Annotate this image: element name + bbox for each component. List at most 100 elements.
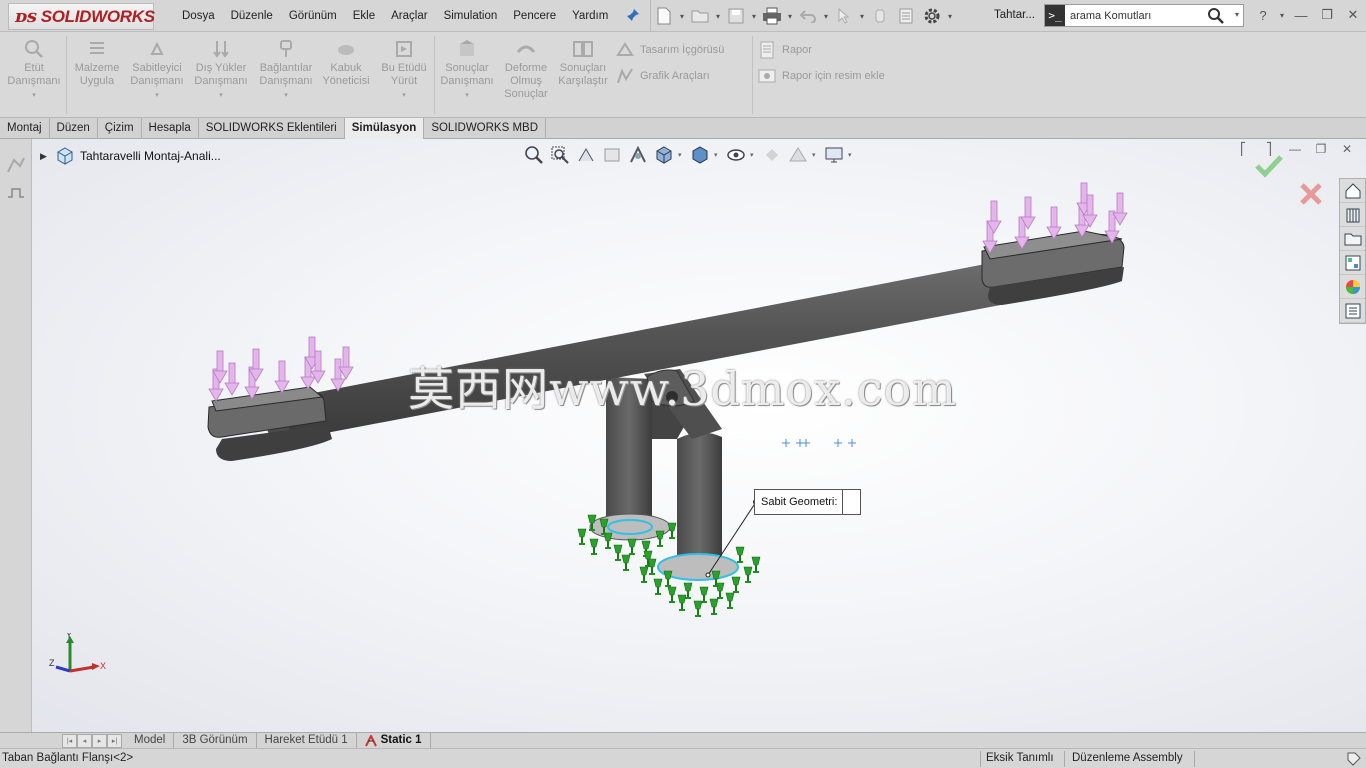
status-tag-icon[interactable] [1346, 751, 1362, 767]
print-dropdown-icon[interactable]: ▾ [785, 12, 795, 21]
model-view-tabs: |◂ ◂ ▸ ▸| Model 3B Görünüm Hareket Etüdü… [0, 732, 1366, 749]
shell-manager-icon [338, 45, 354, 55]
kabuk-yoneticisi-button[interactable]: Kabuk Yöneticisi [320, 38, 372, 88]
restore-icon[interactable]: ❐ [1314, 5, 1340, 25]
grafik-araclari-button[interactable]: Grafik Araçları▾ [616, 67, 763, 85]
include-image-icon [758, 69, 776, 83]
command-manager-ribbon: Etüt Danışmanı ▾ Malzeme Uygula Sabitleyi… [0, 32, 1366, 118]
print-icon[interactable] [759, 4, 785, 28]
command-tabs: Montaj Düzen Çizim Hesapla SOLIDWORKS Ek… [0, 118, 1366, 139]
tab-solidworks-mbd[interactable]: SOLIDWORKS MBD [424, 118, 547, 139]
open-icon[interactable] [687, 4, 713, 28]
tab-motion-study[interactable]: Hareket Etüdü 1 [257, 732, 357, 749]
triad-z-label: Z [49, 658, 55, 668]
status-definition: Eksik Tanımlı [986, 752, 1054, 764]
new-document-icon[interactable] [651, 4, 677, 28]
next-tab-icon[interactable]: ▸ [92, 733, 107, 748]
first-tab-icon[interactable]: |◂ [62, 733, 77, 748]
bu-etudu-yurut-button[interactable]: Bu Etüdü Yürüt ▾ [376, 38, 432, 102]
minimize-icon[interactable]: — [1288, 5, 1314, 25]
compare-results-icon [573, 41, 593, 57]
title-bar: ᴅs SOLIDWORKS Dosya Düzenle Görünüm Ekle… [0, 0, 1366, 32]
solidworks-logo[interactable]: ᴅs SOLIDWORKS [8, 3, 155, 30]
options-dropdown-icon[interactable]: ▾ [945, 12, 955, 21]
tab-solidworks-eklentileri[interactable]: SOLIDWORKS Eklentileri [199, 118, 345, 139]
tab-3d-view[interactable]: 3B Görünüm [174, 732, 257, 749]
undo-icon[interactable] [795, 4, 821, 28]
menu-gorunum[interactable]: Görünüm [281, 10, 345, 22]
sabitleyici-danismani-button[interactable]: Sabitleyici Danışmanı ▾ [128, 38, 186, 102]
menu-duzenle[interactable]: Düzenle [223, 10, 281, 22]
etut-danismani-button[interactable]: Etüt Danışmanı ▾ [6, 38, 62, 102]
options-gear-icon[interactable] [919, 4, 945, 28]
search-dropdown-icon[interactable]: ▾ [1235, 10, 1239, 19]
rebuild-icon[interactable] [867, 4, 893, 28]
graphics-area[interactable]: ▶ Tahtaravelli Montaj-Anali... ▾ ▾ ▾ ▾ ▾… [32, 139, 1366, 732]
malzeme-uygula-button[interactable]: Malzeme Uygula [72, 38, 122, 88]
menu-yardim[interactable]: Yardım [564, 10, 616, 22]
menu-simulation[interactable]: Simulation [436, 10, 506, 22]
search-input[interactable] [1065, 9, 1205, 22]
baglantilar-danismani-button[interactable]: Bağlantılar Danışmanı ▾ [256, 38, 316, 102]
tab-duzen[interactable]: Düzen [50, 118, 98, 139]
tab-model[interactable]: Model [126, 732, 175, 749]
menu-araclar[interactable]: Araçlar [383, 10, 435, 22]
dis-yukler-danismani-button[interactable]: Dış Yükler Danışmanı ▾ [192, 38, 250, 102]
menu-pencere[interactable]: Pencere [505, 10, 564, 22]
apply-material-icon [90, 42, 104, 54]
select-dropdown-icon[interactable]: ▾ [857, 12, 867, 21]
help-dropdown-icon[interactable]: ▾ [1276, 5, 1288, 25]
select-icon[interactable] [831, 4, 857, 28]
prev-tab-icon[interactable]: ◂ [77, 733, 92, 748]
last-tab-icon[interactable]: ▸| [107, 733, 122, 748]
sonuclari-karsilastir-button[interactable]: Sonuçları Karşılaştır [555, 38, 611, 88]
run-study-icon [396, 41, 412, 57]
file-properties-icon[interactable] [893, 4, 919, 28]
deforme-olmus-sonuclar-button[interactable]: Deforme Olmuş Sonuçlar [500, 38, 552, 101]
right-seat[interactable] [981, 230, 1125, 305]
help-icon[interactable]: ? [1250, 5, 1276, 25]
fixture-callout[interactable]: Sabit Geometri: [754, 489, 861, 515]
tab-cizim[interactable]: Çizim [98, 118, 142, 139]
command-search: >_ ▾ [1044, 4, 1244, 27]
static-study-icon [364, 734, 377, 746]
tab-simulasyon[interactable]: Simülasyon [344, 118, 425, 139]
fixture-advisor-icon [150, 41, 164, 55]
document-title: Tahtar... [994, 9, 1035, 21]
close-icon[interactable]: ✕ [1340, 5, 1366, 25]
open-dropdown-icon[interactable]: ▾ [713, 12, 723, 21]
rapor-resim-ekle-button[interactable]: Rapor için resim ekle [758, 67, 885, 85]
save-icon[interactable] [723, 4, 749, 28]
callout-value-box [842, 490, 860, 514]
search-icon[interactable] [1207, 7, 1225, 25]
new-dropdown-icon[interactable]: ▾ [677, 12, 687, 21]
rapor-button[interactable]: Rapor [758, 41, 812, 59]
menu-ekle[interactable]: Ekle [345, 10, 383, 22]
tab-montaj[interactable]: Montaj [0, 118, 50, 139]
status-selection: Taban Bağlantı Flanşı<2> [2, 752, 134, 764]
watermark-text: 莫西网www.3dmox.com [408, 362, 957, 416]
ribbon-separator [752, 36, 753, 114]
mesh-icon[interactable] [0, 179, 32, 207]
tab-hesapla[interactable]: Hesapla [142, 118, 199, 139]
selection-markers [782, 439, 856, 447]
tasarim-icgorusu-button[interactable]: Tasarım İçgörüsü [616, 41, 724, 59]
undo-dropdown-icon[interactable]: ▾ [821, 12, 831, 21]
pin-menu-icon[interactable] [626, 8, 640, 22]
tab-static-1[interactable]: Static 1 [357, 732, 431, 749]
external-loads-icon [213, 41, 229, 58]
status-separator [980, 751, 981, 767]
reference-triad: Y Z X [49, 633, 106, 673]
status-edit-mode: Düzenleme Assembly [1072, 752, 1183, 764]
ribbon-separator [434, 36, 435, 114]
report-icon [760, 41, 774, 59]
terminal-icon: >_ [1045, 5, 1065, 26]
save-dropdown-icon[interactable]: ▾ [749, 12, 759, 21]
help-controls: ? ▾ [1250, 5, 1288, 25]
feature-manager-strip [0, 139, 32, 732]
seesaw-model[interactable] [32, 139, 1366, 732]
ribbon-separator [66, 36, 67, 114]
menu-dosya[interactable]: Dosya [174, 10, 223, 22]
sonuclar-danismani-button[interactable]: Sonuçlar Danışmanı ▾ [438, 38, 496, 102]
simulation-study-icon[interactable] [0, 151, 32, 179]
